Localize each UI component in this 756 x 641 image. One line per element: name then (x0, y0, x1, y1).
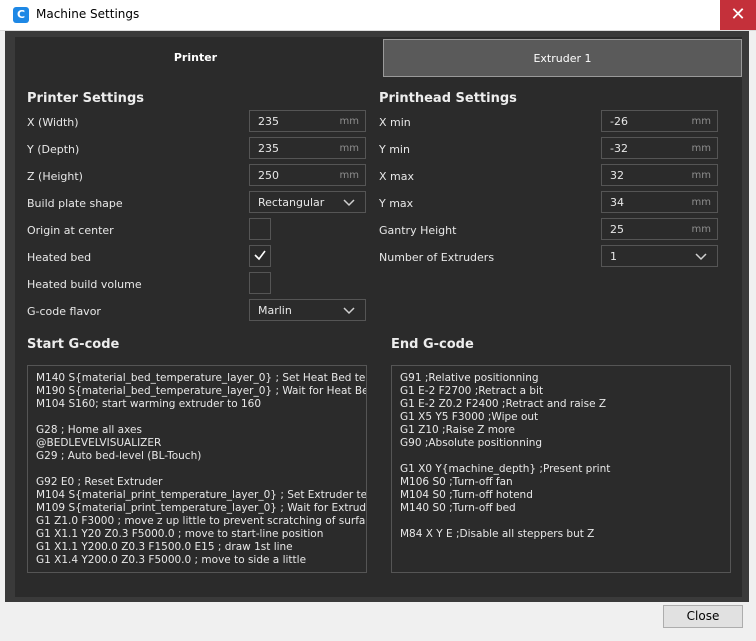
gcode-line: M104 S{material_print_temperature_layer_… (36, 489, 367, 501)
origin-at-center-checkbox[interactable] (249, 218, 271, 240)
y-min-unit: mm (691, 143, 711, 154)
build-plate-shape-value: Rectangular (258, 196, 325, 209)
tab-printer[interactable]: Printer (15, 39, 376, 77)
y-depth-field[interactable]: 235 mm (249, 137, 366, 159)
chevron-down-icon (343, 303, 355, 320)
build-plate-shape-label: Build plate shape (27, 197, 123, 210)
number-of-extruders-value: 1 (610, 250, 617, 263)
y-min-value: -32 (610, 142, 628, 155)
close-button[interactable]: Close (663, 605, 743, 628)
x-width-field[interactable]: 235 mm (249, 110, 366, 132)
gantry-height-field[interactable]: 25 mm (601, 218, 718, 240)
gcode-line: M84 X Y E ;Disable all steppers but Z (400, 528, 595, 540)
x-width-label: X (Width) (27, 116, 79, 129)
gcode-line (400, 450, 610, 463)
gcode-line: G1 Z10 ;Raise Z more (400, 424, 515, 436)
title-bar: C Machine Settings ✕ (0, 0, 756, 31)
x-min-label: X min (379, 116, 411, 129)
gcode-line: M104 S0 ;Turn-off hotend (400, 489, 533, 501)
close-window-button[interactable]: ✕ (720, 0, 756, 30)
gcode-flavor-dropdown[interactable]: Marlin (249, 299, 366, 321)
gcode-line: G1 E-2 Z0.2 F2400 ;Retract and raise Z (400, 398, 607, 410)
start-gcode-heading: Start G-code (27, 337, 120, 352)
y-depth-unit: mm (339, 143, 359, 154)
number-of-extruders-label: Number of Extruders (379, 251, 495, 264)
gcode-line: G28 ; Home all axes (36, 424, 142, 436)
printer-settings-heading: Printer Settings (27, 91, 144, 106)
gcode-line: G91 ;Relative positionning (400, 372, 539, 384)
gcode-line (36, 463, 366, 476)
y-max-label: Y max (379, 197, 414, 210)
x-min-value: -26 (610, 115, 628, 128)
gcode-line (400, 515, 610, 528)
x-max-value: 32 (610, 169, 624, 182)
x-min-unit: mm (691, 116, 711, 127)
gcode-line: @BEDLEVELVISUALIZER (36, 437, 162, 449)
window-title: Machine Settings (36, 7, 140, 21)
heated-bed-label: Heated bed (27, 251, 92, 264)
x-max-field[interactable]: 32 mm (601, 164, 718, 186)
gantry-height-label: Gantry Height (379, 224, 457, 237)
gcode-line: G29 ; Auto bed-level (BL-Touch) (36, 450, 202, 462)
gcode-line: G1 X1.1 Y200.0 Z0.3 F1500.0 E15 ; draw 1… (36, 541, 293, 553)
gcode-line: G1 Z1.0 F3000 ; move z up little to prev… (36, 515, 367, 527)
end-gcode-text: G91 ;Relative positionning G1 E-2 F2700 ;… (400, 372, 610, 541)
gcode-line: G1 X5 Y5 F3000 ;Wipe out (400, 411, 539, 423)
gcode-flavor-value: Marlin (258, 304, 292, 317)
gantry-height-unit: mm (691, 224, 711, 235)
y-max-value: 34 (610, 196, 624, 209)
gcode-line: M140 S0 ;Turn-off bed (400, 502, 516, 514)
start-gcode-text: M140 S{material_bed_temperature_layer_0}… (36, 372, 367, 567)
gcode-line: M190 S{material_bed_temperature_layer_0}… (36, 385, 367, 397)
x-width-unit: mm (339, 116, 359, 127)
gcode-line: M106 S0 ;Turn-off fan (400, 476, 513, 488)
gcode-line: G1 X0 Y{machine_depth} ;Present print (400, 463, 611, 475)
gcode-line: M140 S{material_bed_temperature_layer_0}… (36, 372, 367, 384)
z-height-value: 250 (258, 169, 279, 182)
x-max-unit: mm (691, 170, 711, 181)
chevron-down-icon (695, 249, 707, 266)
x-max-label: X max (379, 170, 414, 183)
build-plate-shape-dropdown[interactable]: Rectangular (249, 191, 366, 213)
gcode-line (36, 411, 366, 424)
x-width-value: 235 (258, 115, 279, 128)
heated-build-volume-checkbox[interactable] (249, 272, 271, 294)
tab-extruder-1[interactable]: Extruder 1 (383, 39, 742, 77)
x-min-field[interactable]: -26 mm (601, 110, 718, 132)
number-of-extruders-dropdown[interactable]: 1 (601, 245, 718, 267)
gcode-line: G1 X1.4 Y200.0 Z0.3 F5000.0 ; move to si… (36, 554, 307, 566)
origin-at-center-label: Origin at center (27, 224, 114, 237)
printhead-settings-heading: Printhead Settings (379, 91, 517, 106)
y-min-label: Y min (379, 143, 410, 156)
start-gcode-editor[interactable]: M140 S{material_bed_temperature_layer_0}… (27, 365, 367, 573)
y-max-unit: mm (691, 197, 711, 208)
heated-build-volume-label: Heated build volume (27, 278, 142, 291)
gantry-height-value: 25 (610, 223, 624, 236)
gcode-line: M104 S160; start warming extruder to 160 (36, 398, 262, 410)
gcode-line: M109 S{material_print_temperature_layer_… (36, 502, 367, 514)
end-gcode-editor[interactable]: G91 ;Relative positionning G1 E-2 F2700 ;… (391, 365, 731, 573)
end-gcode-heading: End G-code (391, 337, 474, 352)
z-height-label: Z (Height) (27, 170, 83, 183)
y-min-field[interactable]: -32 mm (601, 137, 718, 159)
checkmark-icon (253, 248, 267, 266)
gcode-line: G1 X1.1 Y20 Z0.3 F5000.0 ; move to start… (36, 528, 324, 540)
z-height-unit: mm (339, 170, 359, 181)
cura-logo-icon: C (13, 7, 29, 23)
y-depth-value: 235 (258, 142, 279, 155)
y-depth-label: Y (Depth) (27, 143, 80, 156)
gcode-line: G92 E0 ; Reset Extruder (36, 476, 163, 488)
y-max-field[interactable]: 34 mm (601, 191, 718, 213)
chevron-down-icon (343, 195, 355, 212)
heated-bed-checkbox[interactable] (249, 245, 271, 267)
gcode-line: G1 E-2 F2700 ;Retract a bit (400, 385, 544, 397)
z-height-field[interactable]: 250 mm (249, 164, 366, 186)
gcode-line: G90 ;Absolute positionning (400, 437, 543, 449)
gcode-flavor-label: G-code flavor (27, 305, 101, 318)
